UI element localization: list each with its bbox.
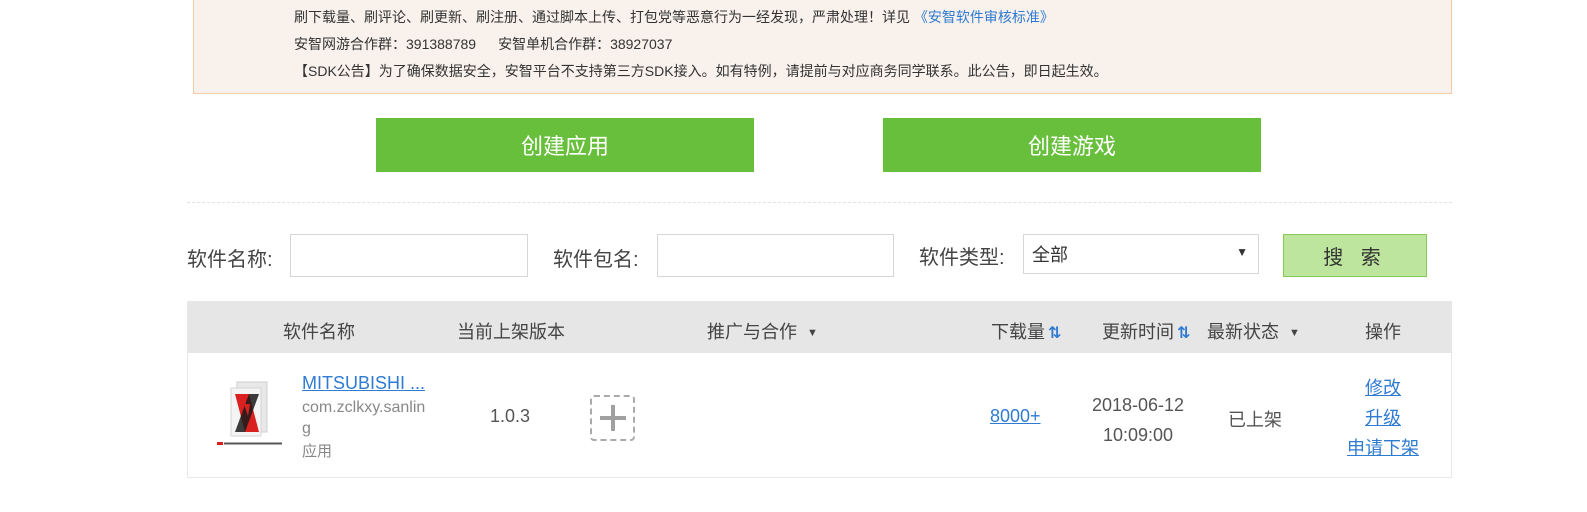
col-status-label: 最新状态: [1207, 322, 1279, 342]
app-package: com.zclkxy.sanling: [302, 399, 426, 437]
edit-link[interactable]: 修改: [1338, 373, 1428, 403]
app-type: 应用: [302, 443, 333, 460]
software-type-select[interactable]: 全部 ▼: [1023, 234, 1259, 274]
col-updated-label: 更新时间: [1102, 322, 1174, 342]
table-row: MITSUBISHI ... com.zclkxy.sanling 应用 1.0…: [188, 353, 1451, 478]
sort-icon: ⇅: [1177, 325, 1191, 342]
software-name-label: 软件名称:: [187, 249, 273, 271]
divider: [187, 202, 1452, 203]
software-type-value: 全部: [1032, 245, 1068, 265]
app-table: 软件名称 当前上架版本 推广与合作 ▼ 下载量 ⇅ 更新时间 ⇅ 最新状态 ▼ 操作 M…: [187, 301, 1452, 478]
app-logo-icon: [215, 380, 285, 452]
col-updated-header[interactable]: 更新时间 ⇅: [1102, 318, 1190, 344]
col-status-header[interactable]: 最新状态 ▼: [1207, 318, 1300, 344]
request-delist-link[interactable]: 申请下架: [1338, 433, 1428, 463]
table-header: 软件名称 当前上架版本 推广与合作 ▼ 下载量 ⇅ 更新时间 ⇅ 最新状态 ▼ 操作: [188, 302, 1451, 353]
filter-caret-icon: ▼: [1289, 327, 1300, 339]
notice-line-groups: 安智网游合作群：391388789 安智单机合作群：38927037: [294, 35, 672, 53]
status-text: 已上架: [1228, 410, 1282, 430]
col-ops-header: 操作: [1365, 322, 1401, 342]
dropdown-arrow-icon: ▼: [1236, 245, 1248, 259]
filter-caret-icon: ▼: [807, 327, 818, 339]
download-count-link[interactable]: 8000+: [990, 406, 1041, 427]
online-game-group: 安智网游合作群：391388789: [294, 36, 477, 52]
create-game-button[interactable]: 创建游戏: [883, 118, 1261, 172]
col-downloads-label: 下载量: [991, 322, 1045, 342]
create-app-button[interactable]: 创建应用: [376, 118, 754, 172]
add-promotion-button[interactable]: [590, 395, 635, 441]
row-actions: 修改 升级 申请下架: [1338, 373, 1428, 463]
app-name-link[interactable]: MITSUBISHI ...: [302, 373, 425, 394]
software-name-input[interactable]: [290, 234, 528, 277]
review-standard-link[interactable]: 《安智软件审核标准》: [914, 9, 1054, 25]
sort-icon: ⇅: [1048, 325, 1062, 342]
update-date: 2018-06-12: [1091, 395, 1185, 415]
upgrade-link[interactable]: 升级: [1338, 403, 1428, 433]
col-downloads-header[interactable]: 下载量 ⇅: [991, 318, 1061, 344]
search-button[interactable]: 搜 索: [1283, 234, 1427, 277]
notice-line-sdk: 【SDK公告】为了确保数据安全，安智平台不支持第三方SDK接入。如有特例，请提前…: [294, 63, 1108, 79]
update-clock: 10:09:00: [1102, 425, 1174, 445]
current-version: 1.0.3: [490, 406, 531, 426]
col-version-header: 当前上架版本: [457, 322, 565, 342]
notice-banner: 刷下载量、刷评论、刷更新、刷注册、通过脚本上传、打包党等恶意行为一经发现，严肃处…: [193, 0, 1452, 94]
plus-icon: [599, 405, 626, 431]
single-game-group: 安智单机合作群：38927037: [498, 36, 673, 52]
update-time: 2018-06-12 10:09:00: [1078, 390, 1198, 450]
col-name-header: 软件名称: [283, 322, 355, 342]
package-name-input[interactable]: [657, 234, 894, 277]
col-promo-header[interactable]: 推广与合作 ▼: [707, 318, 818, 344]
notice-line-rules: 刷下载量、刷评论、刷更新、刷注册、通过脚本上传、打包党等恶意行为一经发现，严肃处…: [294, 8, 1054, 26]
software-type-label: 软件类型:: [919, 247, 1005, 269]
col-promo-label: 推广与合作: [707, 322, 797, 342]
package-name-label: 软件包名:: [553, 249, 639, 271]
notice-rules-text: 刷下载量、刷评论、刷更新、刷注册、通过脚本上传、打包党等恶意行为一经发现，严肃处…: [294, 9, 910, 25]
